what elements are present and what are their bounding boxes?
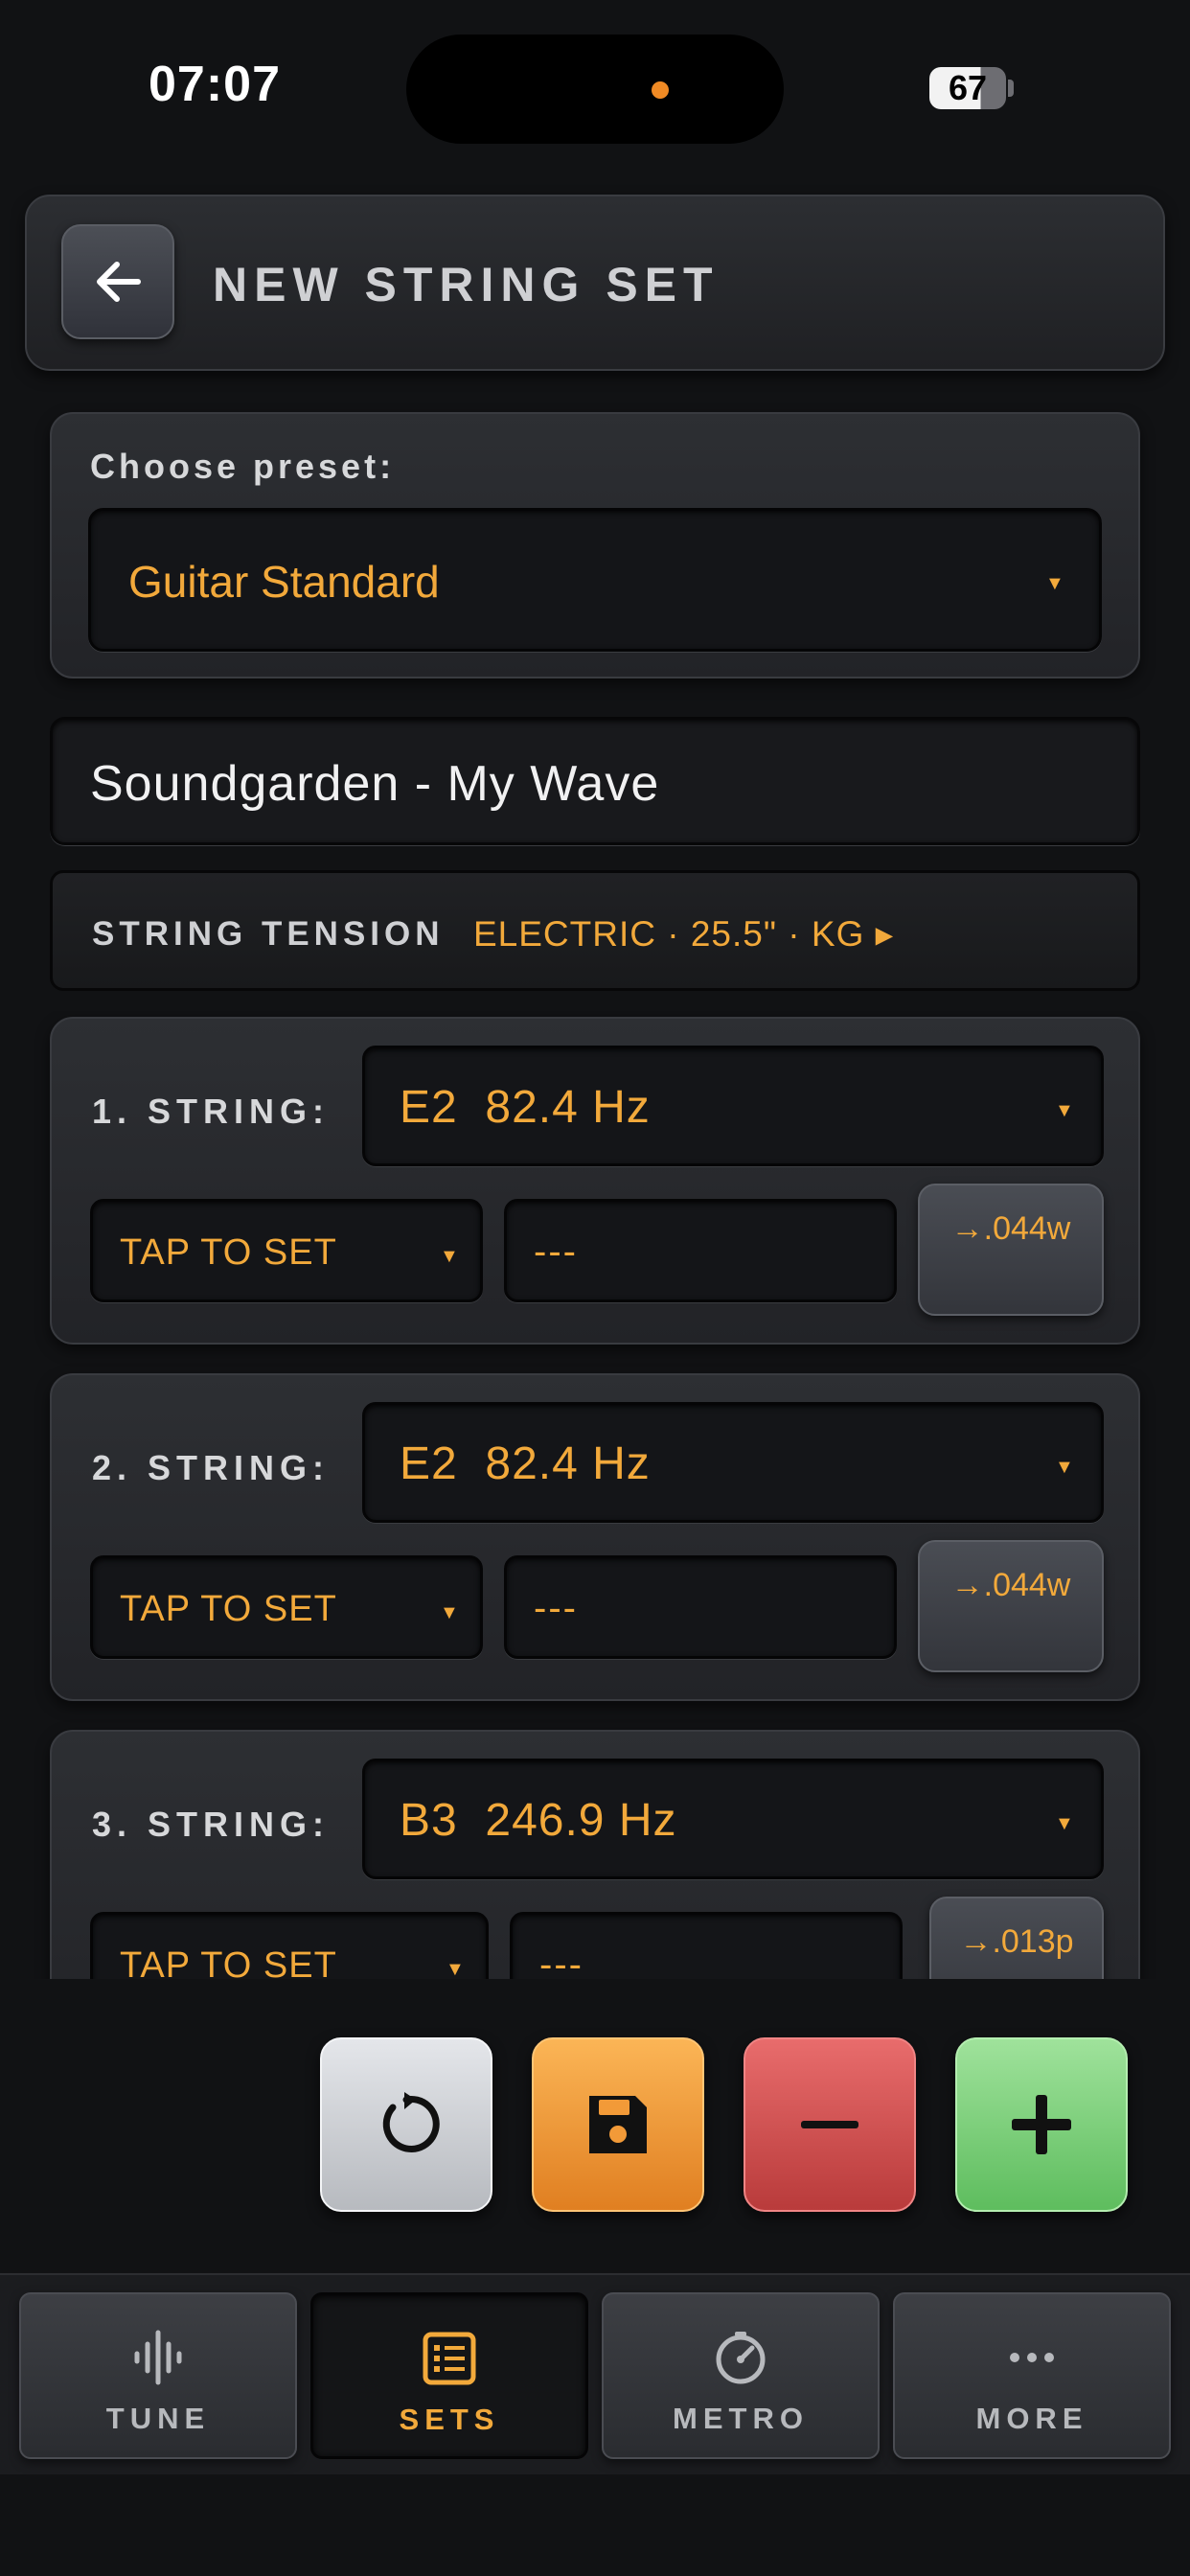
- set-name-value: Soundgarden - My Wave: [90, 756, 660, 812]
- tab-label: SETS: [399, 2403, 500, 2436]
- string-label: 1. STRING:: [92, 1092, 331, 1131]
- suggested-gauge-value: →.044w: [950, 1210, 1071, 1247]
- tab-label: MORE: [975, 2402, 1088, 2435]
- dynamic-island: [406, 34, 784, 144]
- floppy-disk-icon: [589, 2096, 647, 2153]
- refresh-icon: [382, 2092, 440, 2152]
- save-button[interactable]: [532, 2037, 704, 2212]
- suggested-gauge-button[interactable]: →.013p: [929, 1897, 1104, 1979]
- reset-button[interactable]: [320, 2037, 492, 2212]
- page-title: NEW STRING SET: [213, 258, 720, 311]
- string-card: 2. STRING: E2 82.4 Hz ▼ TAP TO SET ▼ ---…: [50, 1373, 1140, 1701]
- strings-list[interactable]: 1. STRING: E2 82.4 Hz ▼ TAP TO SET ▼ ---…: [0, 1011, 1190, 1979]
- tab-more[interactable]: MORE: [893, 2292, 1171, 2459]
- tab-metro[interactable]: METRO: [602, 2292, 880, 2459]
- string-card: 3. STRING: B3 246.9 Hz ▼ TAP TO SET ▼ --…: [50, 1730, 1140, 1979]
- note-value: E2 82.4 Hz: [400, 1438, 651, 1489]
- tab-label: TUNE: [105, 2402, 211, 2435]
- chevron-down-icon: ▼: [1055, 1813, 1074, 1834]
- note-dropdown[interactable]: B3 246.9 Hz ▼: [362, 1759, 1104, 1879]
- back-button[interactable]: [61, 224, 174, 339]
- add-string-button[interactable]: [955, 2037, 1128, 2212]
- battery-icon: 67: [929, 67, 1006, 109]
- arrow-left-icon: [97, 262, 141, 302]
- string-label: 3. STRING:: [92, 1805, 331, 1844]
- tab-tune[interactable]: TUNE: [19, 2292, 297, 2459]
- string-type-value: TAP TO SET: [120, 1232, 337, 1273]
- tab-label: METRO: [673, 2402, 809, 2435]
- string-type-dropdown[interactable]: TAP TO SET ▼: [90, 1199, 483, 1302]
- battery-tip: [1008, 80, 1014, 97]
- gauge-input[interactable]: ---: [510, 1912, 903, 1979]
- string-type-value: TAP TO SET: [120, 1945, 337, 1979]
- preset-value: Guitar Standard: [128, 557, 440, 607]
- chevron-down-icon: ▼: [1055, 1457, 1074, 1478]
- waveform-icon: [134, 2330, 182, 2385]
- chevron-down-icon: ▼: [440, 1246, 459, 1267]
- suggested-gauge-value: →.013p: [959, 1923, 1074, 1960]
- gauge-value: ---: [539, 1944, 584, 1979]
- battery-level: 67: [948, 68, 988, 107]
- tab-sets[interactable]: SETS: [310, 2292, 588, 2459]
- note-dropdown[interactable]: E2 82.4 Hz ▼: [362, 1402, 1104, 1523]
- remove-string-button[interactable]: [744, 2037, 916, 2212]
- gauge-value: ---: [534, 1230, 578, 1273]
- suggested-gauge-value: →.044w: [950, 1567, 1071, 1603]
- note-value: B3 246.9 Hz: [400, 1795, 677, 1846]
- gauge-value: ---: [534, 1587, 578, 1629]
- string-label: 2. STRING:: [92, 1448, 331, 1487]
- suggested-gauge-button[interactable]: →.044w: [918, 1540, 1104, 1672]
- tension-value: ELECTRIC · 25.5" · KG ▸: [473, 914, 895, 954]
- string-type-dropdown[interactable]: TAP TO SET ▼: [90, 1555, 483, 1659]
- status-time: 07:07: [149, 57, 281, 112]
- string-type-value: TAP TO SET: [120, 1589, 337, 1629]
- minus-icon: [801, 2121, 858, 2128]
- plus-icon: [1012, 2095, 1071, 2154]
- chevron-down-icon: ▼: [440, 1602, 459, 1623]
- gauge-input[interactable]: ---: [504, 1555, 897, 1659]
- chevron-down-icon: ▼: [1045, 573, 1064, 594]
- ellipsis-icon: [1010, 2353, 1054, 2362]
- note-value: E2 82.4 Hz: [400, 1082, 651, 1133]
- metronome-icon: [716, 2332, 766, 2384]
- gauge-input[interactable]: ---: [504, 1199, 897, 1302]
- tension-label: STRING TENSION: [92, 915, 445, 953]
- note-dropdown[interactable]: E2 82.4 Hz ▼: [362, 1046, 1104, 1166]
- string-card: 1. STRING: E2 82.4 Hz ▼ TAP TO SET ▼ ---…: [50, 1017, 1140, 1345]
- chevron-down-icon: ▼: [446, 1959, 465, 1979]
- string-type-dropdown[interactable]: TAP TO SET ▼: [90, 1912, 489, 1979]
- privacy-indicator-icon: [652, 81, 669, 99]
- chevron-down-icon: ▼: [1055, 1100, 1074, 1121]
- list-icon: [423, 2332, 476, 2385]
- preset-label: Choose preset:: [90, 447, 396, 486]
- suggested-gauge-button[interactable]: →.044w: [918, 1184, 1104, 1316]
